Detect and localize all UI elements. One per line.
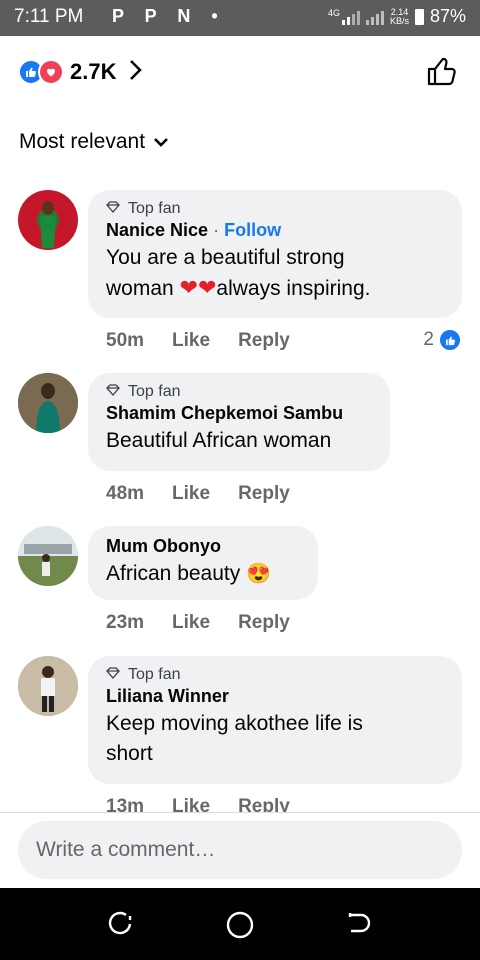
speed-unit: KB/s xyxy=(389,15,409,26)
like-button[interactable]: Like xyxy=(172,330,210,352)
comment-bubble[interactable]: Top fan Shamim Chepkemoi Sambu Beautiful… xyxy=(88,373,390,471)
comment-text-line: Keep moving akothee life is xyxy=(106,712,363,735)
comment-text-line: African beauty xyxy=(106,562,247,585)
comment-input-placeholder: Write a comment… xyxy=(36,838,216,861)
battery-icon xyxy=(414,8,424,25)
love-icon xyxy=(38,59,64,85)
reply-button[interactable]: Reply xyxy=(238,330,290,352)
commenter-name[interactable]: Nanice Nice xyxy=(106,220,208,240)
comment-text-line: always inspiring. xyxy=(216,277,371,300)
reply-button[interactable]: Reply xyxy=(238,796,290,812)
signal-icon: 4G xyxy=(327,7,360,25)
top-fan-badge: Top fan xyxy=(106,383,372,401)
status-right: 4G 2.14 KB/s 87% xyxy=(328,6,466,27)
badge-label: Top fan xyxy=(128,666,181,683)
follow-button[interactable]: Follow xyxy=(224,220,281,240)
thumbs-up-icon xyxy=(427,57,456,86)
comment-bubble[interactable]: Top fan Liliana Winner Keep moving akoth… xyxy=(88,656,462,784)
network-type: 4G xyxy=(327,7,340,18)
comment-time: 50m xyxy=(106,330,145,351)
comment-time: 23m xyxy=(106,612,145,633)
badge-label: Top fan xyxy=(128,200,181,217)
badge-label: Top fan xyxy=(128,383,181,400)
divider xyxy=(0,812,480,813)
avatar[interactable] xyxy=(18,526,78,586)
back-button[interactable] xyxy=(345,910,373,943)
like-post-button[interactable] xyxy=(424,54,458,93)
system-nav-bar xyxy=(0,888,480,960)
sort-label: Most relevant xyxy=(19,130,146,153)
like-icon xyxy=(438,328,462,352)
comment-text-line: short xyxy=(106,742,153,765)
comment-time: 48m xyxy=(106,483,145,504)
top-fan-badge: Top fan xyxy=(106,666,444,684)
status-time: 7:11 PM xyxy=(14,6,84,27)
like-button[interactable]: Like xyxy=(172,612,210,634)
status-app-icons: P P N • xyxy=(112,6,226,26)
reply-button[interactable]: Reply xyxy=(238,483,290,505)
comment-actions: 50m Like Reply xyxy=(106,330,290,352)
reaction-count: 2.7K xyxy=(70,59,117,84)
reply-button[interactable]: Reply xyxy=(238,612,290,634)
status-bar: 7:11 PM P P N • 4G 2.14 KB/s 87% xyxy=(0,0,480,36)
avatar[interactable] xyxy=(18,373,78,433)
commenter-name[interactable]: Shamim Chepkemoi Sambu xyxy=(106,403,372,424)
comment-text: You are a beautiful strong woman ❤❤alway… xyxy=(106,243,444,304)
like-button[interactable]: Like xyxy=(172,483,210,505)
comment-item: Top fan Liliana Winner Keep moving akoth… xyxy=(18,656,462,812)
heart-eyes-emoji: 😍 xyxy=(246,563,271,585)
chevron-right-icon[interactable] xyxy=(128,59,143,86)
comment-text: African beauty 😍 xyxy=(106,559,300,589)
signal-icon-2 xyxy=(365,9,384,25)
recents-button[interactable] xyxy=(106,910,134,943)
avatar[interactable] xyxy=(18,656,78,716)
comment-text: Keep moving akothee life is short xyxy=(106,709,444,769)
comment-actions: 48m Like Reply xyxy=(106,483,290,505)
comment-text: Beautiful African woman xyxy=(106,429,332,452)
comment-like-count[interactable]: 2 xyxy=(423,328,462,352)
comment-item: Mum Obonyo African beauty 😍 23m Like Rep… xyxy=(18,526,462,646)
comment-actions: 13m Like Reply xyxy=(106,796,290,812)
separator: · xyxy=(213,220,220,240)
chevron-down-icon xyxy=(153,130,169,154)
like-button[interactable]: Like xyxy=(172,796,210,812)
diamond-icon xyxy=(106,383,120,401)
battery-level: 87% xyxy=(429,6,466,26)
diamond-icon xyxy=(106,666,120,684)
reactions-summary[interactable]: 2.7K xyxy=(18,54,143,90)
commenter-name[interactable]: Mum Obonyo xyxy=(106,536,300,557)
like-count-value: 2 xyxy=(423,329,434,350)
comment-text-line: You are a beautiful strong xyxy=(106,246,345,269)
heart-emoji: ❤❤ xyxy=(179,275,217,300)
comment-item: Top fan Nanice Nice · Follow You are a b… xyxy=(18,190,462,360)
comment-input[interactable]: Write a comment… xyxy=(18,821,462,879)
avatar[interactable] xyxy=(18,190,78,250)
diamond-icon xyxy=(106,200,120,218)
top-fan-badge: Top fan xyxy=(106,200,444,218)
comment-item: Top fan Shamim Chepkemoi Sambu Beautiful… xyxy=(18,373,462,513)
comment-text-line: woman xyxy=(106,277,180,300)
comment-bubble[interactable]: Top fan Nanice Nice · Follow You are a b… xyxy=(88,190,462,318)
comment-actions: 23m Like Reply xyxy=(106,612,290,634)
comment-time: 13m xyxy=(106,796,145,812)
commenter-name[interactable]: Liliana Winner xyxy=(106,686,444,707)
network-speed: 2.14 KB/s xyxy=(389,7,409,26)
sort-dropdown[interactable]: Most relevant xyxy=(19,130,169,154)
home-button[interactable] xyxy=(225,910,255,945)
comment-bubble[interactable]: Mum Obonyo African beauty 😍 xyxy=(88,526,318,600)
